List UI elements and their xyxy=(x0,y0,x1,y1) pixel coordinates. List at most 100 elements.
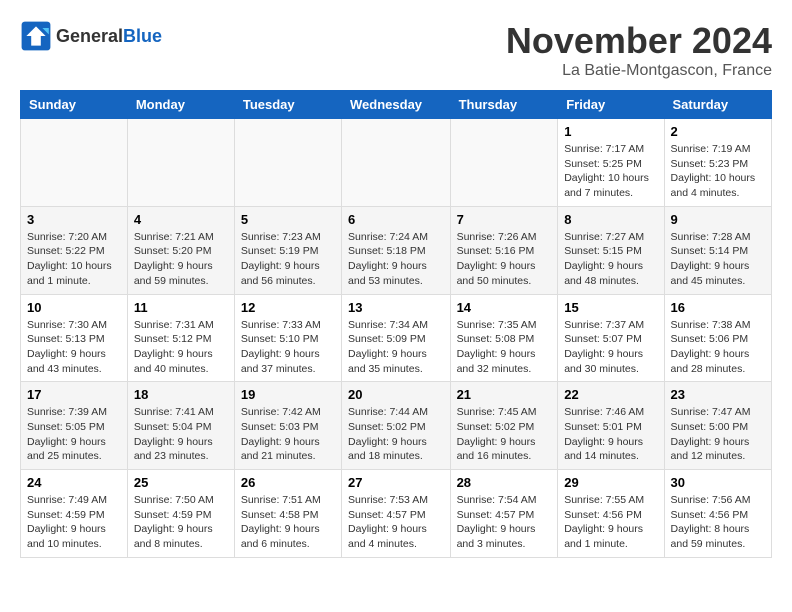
day-number: 8 xyxy=(564,212,657,227)
weekday-header-monday: Monday xyxy=(127,91,234,119)
calendar-body: 1 Sunrise: 7:17 AM Sunset: 5:25 PM Daylig… xyxy=(21,119,772,558)
calendar-week-row: 24Sunrise: 7:49 AM Sunset: 4:59 PM Dayli… xyxy=(21,470,772,558)
day-info: Sunrise: 7:38 AM Sunset: 5:06 PM Dayligh… xyxy=(671,318,765,377)
calendar-table: SundayMondayTuesdayWednesdayThursdayFrid… xyxy=(20,90,772,558)
day-number: 17 xyxy=(27,387,121,402)
calendar-cell: 7 Sunrise: 7:26 AM Sunset: 5:16 PM Daylig… xyxy=(450,206,558,294)
month-title: November 2024 xyxy=(506,20,772,62)
day-info: Sunrise: 7:41 AM Sunset: 5:04 PM Dayligh… xyxy=(134,405,228,464)
calendar-cell xyxy=(21,119,128,207)
calendar-cell xyxy=(450,119,558,207)
day-info: Sunrise: 7:56 AM Sunset: 4:56 PM Dayligh… xyxy=(671,493,765,552)
calendar-cell: 12 Sunrise: 7:33 AM Sunset: 5:10 PM Dayli… xyxy=(234,294,341,382)
day-info: Sunrise: 7:20 AM Sunset: 5:22 PM Dayligh… xyxy=(27,230,121,289)
day-info: Sunrise: 7:30 AM Sunset: 5:13 PM Dayligh… xyxy=(27,318,121,377)
calendar-week-row: 17Sunrise: 7:39 AM Sunset: 5:05 PM Dayli… xyxy=(21,382,772,470)
day-number: 19 xyxy=(241,387,335,402)
calendar-cell: 23Sunrise: 7:47 AM Sunset: 5:00 PM Dayli… xyxy=(664,382,771,470)
day-number: 15 xyxy=(564,300,657,315)
calendar-cell: 16 Sunrise: 7:38 AM Sunset: 5:06 PM Dayli… xyxy=(664,294,771,382)
calendar-week-row: 10 Sunrise: 7:30 AM Sunset: 5:13 PM Dayli… xyxy=(21,294,772,382)
day-number: 26 xyxy=(241,475,335,490)
calendar-cell: 9Sunrise: 7:28 AM Sunset: 5:14 PM Daylig… xyxy=(664,206,771,294)
day-info: Sunrise: 7:27 AM Sunset: 5:15 PM Dayligh… xyxy=(564,230,657,289)
weekday-header-sunday: Sunday xyxy=(21,91,128,119)
title-section: November 2024 La Batie-Montgascon, Franc… xyxy=(506,20,772,80)
weekday-header-wednesday: Wednesday xyxy=(342,91,451,119)
day-number: 5 xyxy=(241,212,335,227)
day-number: 27 xyxy=(348,475,444,490)
calendar-cell: 19 Sunrise: 7:42 AM Sunset: 5:03 PM Dayli… xyxy=(234,382,341,470)
calendar-cell: 11Sunrise: 7:31 AM Sunset: 5:12 PM Dayli… xyxy=(127,294,234,382)
calendar-cell: 5Sunrise: 7:23 AM Sunset: 5:19 PM Daylig… xyxy=(234,206,341,294)
calendar-cell: 15 Sunrise: 7:37 AM Sunset: 5:07 PM Dayli… xyxy=(558,294,664,382)
day-info: Sunrise: 7:33 AM Sunset: 5:10 PM Dayligh… xyxy=(241,318,335,377)
logo-icon xyxy=(20,20,52,52)
day-number: 14 xyxy=(457,300,552,315)
day-number: 16 xyxy=(671,300,765,315)
calendar-cell: 10 Sunrise: 7:30 AM Sunset: 5:13 PM Dayli… xyxy=(21,294,128,382)
calendar-cell: 27 Sunrise: 7:53 AM Sunset: 4:57 PM Dayli… xyxy=(342,470,451,558)
weekday-header-row: SundayMondayTuesdayWednesdayThursdayFrid… xyxy=(21,91,772,119)
calendar-cell: 4Sunrise: 7:21 AM Sunset: 5:20 PM Daylig… xyxy=(127,206,234,294)
logo-text-general: General xyxy=(56,26,123,46)
weekday-header-saturday: Saturday xyxy=(664,91,771,119)
logo-text-blue: Blue xyxy=(123,26,162,46)
logo: GeneralBlue xyxy=(20,20,162,52)
calendar-cell: 26 Sunrise: 7:51 AM Sunset: 4:58 PM Dayli… xyxy=(234,470,341,558)
day-number: 7 xyxy=(457,212,552,227)
calendar-cell xyxy=(234,119,341,207)
location-title: La Batie-Montgascon, France xyxy=(506,62,772,80)
calendar-cell: 1 Sunrise: 7:17 AM Sunset: 5:25 PM Daylig… xyxy=(558,119,664,207)
day-number: 21 xyxy=(457,387,552,402)
day-info: Sunrise: 7:31 AM Sunset: 5:12 PM Dayligh… xyxy=(134,318,228,377)
day-info: Sunrise: 7:50 AM Sunset: 4:59 PM Dayligh… xyxy=(134,493,228,552)
day-info: Sunrise: 7:26 AM Sunset: 5:16 PM Dayligh… xyxy=(457,230,552,289)
calendar-cell xyxy=(127,119,234,207)
day-number: 25 xyxy=(134,475,228,490)
day-info: Sunrise: 7:55 AM Sunset: 4:56 PM Dayligh… xyxy=(564,493,657,552)
day-info: Sunrise: 7:17 AM Sunset: 5:25 PM Dayligh… xyxy=(564,142,657,201)
weekday-header-friday: Friday xyxy=(558,91,664,119)
day-number: 22 xyxy=(564,387,657,402)
day-info: Sunrise: 7:28 AM Sunset: 5:14 PM Dayligh… xyxy=(671,230,765,289)
day-info: Sunrise: 7:42 AM Sunset: 5:03 PM Dayligh… xyxy=(241,405,335,464)
day-info: Sunrise: 7:53 AM Sunset: 4:57 PM Dayligh… xyxy=(348,493,444,552)
calendar-cell: 3 Sunrise: 7:20 AM Sunset: 5:22 PM Daylig… xyxy=(21,206,128,294)
day-number: 18 xyxy=(134,387,228,402)
calendar-cell: 20 Sunrise: 7:44 AM Sunset: 5:02 PM Dayli… xyxy=(342,382,451,470)
calendar-cell: 2 Sunrise: 7:19 AM Sunset: 5:23 PM Daylig… xyxy=(664,119,771,207)
calendar-cell: 8 Sunrise: 7:27 AM Sunset: 5:15 PM Daylig… xyxy=(558,206,664,294)
calendar-cell: 13Sunrise: 7:34 AM Sunset: 5:09 PM Dayli… xyxy=(342,294,451,382)
day-number: 2 xyxy=(671,124,765,139)
calendar-cell: 17Sunrise: 7:39 AM Sunset: 5:05 PM Dayli… xyxy=(21,382,128,470)
day-number: 23 xyxy=(671,387,765,402)
day-info: Sunrise: 7:24 AM Sunset: 5:18 PM Dayligh… xyxy=(348,230,444,289)
day-info: Sunrise: 7:44 AM Sunset: 5:02 PM Dayligh… xyxy=(348,405,444,464)
day-number: 30 xyxy=(671,475,765,490)
calendar-week-row: 3 Sunrise: 7:20 AM Sunset: 5:22 PM Daylig… xyxy=(21,206,772,294)
day-number: 10 xyxy=(27,300,121,315)
day-number: 29 xyxy=(564,475,657,490)
day-info: Sunrise: 7:54 AM Sunset: 4:57 PM Dayligh… xyxy=(457,493,552,552)
weekday-header-tuesday: Tuesday xyxy=(234,91,341,119)
calendar-cell: 25 Sunrise: 7:50 AM Sunset: 4:59 PM Dayli… xyxy=(127,470,234,558)
day-info: Sunrise: 7:51 AM Sunset: 4:58 PM Dayligh… xyxy=(241,493,335,552)
calendar-cell: 22Sunrise: 7:46 AM Sunset: 5:01 PM Dayli… xyxy=(558,382,664,470)
day-info: Sunrise: 7:37 AM Sunset: 5:07 PM Dayligh… xyxy=(564,318,657,377)
calendar-cell: 21 Sunrise: 7:45 AM Sunset: 5:02 PM Dayli… xyxy=(450,382,558,470)
calendar-cell xyxy=(342,119,451,207)
calendar-cell: 18 Sunrise: 7:41 AM Sunset: 5:04 PM Dayli… xyxy=(127,382,234,470)
day-number: 1 xyxy=(564,124,657,139)
day-info: Sunrise: 7:19 AM Sunset: 5:23 PM Dayligh… xyxy=(671,142,765,201)
calendar-cell: 14Sunrise: 7:35 AM Sunset: 5:08 PM Dayli… xyxy=(450,294,558,382)
calendar-week-row: 1 Sunrise: 7:17 AM Sunset: 5:25 PM Daylig… xyxy=(21,119,772,207)
weekday-header-thursday: Thursday xyxy=(450,91,558,119)
day-number: 20 xyxy=(348,387,444,402)
day-number: 3 xyxy=(27,212,121,227)
day-info: Sunrise: 7:45 AM Sunset: 5:02 PM Dayligh… xyxy=(457,405,552,464)
day-info: Sunrise: 7:21 AM Sunset: 5:20 PM Dayligh… xyxy=(134,230,228,289)
day-number: 12 xyxy=(241,300,335,315)
day-info: Sunrise: 7:34 AM Sunset: 5:09 PM Dayligh… xyxy=(348,318,444,377)
day-info: Sunrise: 7:49 AM Sunset: 4:59 PM Dayligh… xyxy=(27,493,121,552)
